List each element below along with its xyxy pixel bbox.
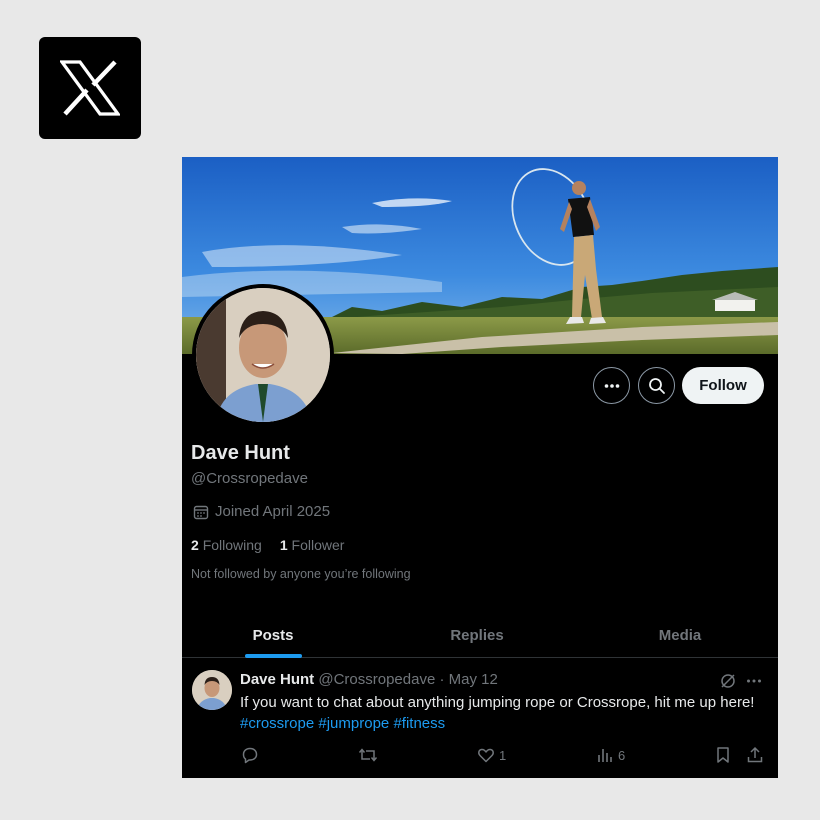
reply-button[interactable] [241,746,259,764]
post-actions: 1 6 [182,746,778,766]
followers-count: 1 [279,537,288,553]
calendar-icon [193,505,209,519]
tab-replies[interactable]: Replies [442,612,512,658]
bookmark-icon [717,747,729,763]
joined-date: Joined April 2025 [193,503,330,520]
follow-button[interactable]: Follow [682,367,764,404]
like-count: 1 [499,747,507,763]
heart-icon [478,748,494,763]
like-button[interactable]: 1 [477,746,506,764]
repost-button[interactable] [358,746,378,764]
post-author[interactable]: Dave Hunt [240,671,314,688]
repost-icon [358,748,378,762]
x-logo-icon [60,60,120,116]
followers-link[interactable]: 1 Follower [280,537,345,553]
following-link[interactable]: 2 Following [191,537,262,553]
search-icon [648,377,665,394]
followers-label: Follower [291,537,345,553]
reply-icon [242,747,258,764]
views-button[interactable]: 6 [596,746,625,764]
post-date[interactable]: May 12 [449,671,498,688]
follow-stats: 2 Following 1 Follower [191,537,344,553]
profile-handle: @Crossropedave [191,470,308,487]
share-icon [747,746,763,763]
not-followed-text: Not followed by anyone you’re following [191,567,411,581]
more-options-button[interactable] [593,367,630,404]
tab-posts[interactable]: Posts [242,612,304,658]
profile-tabs: Posts Replies Media [182,612,778,658]
post-text: If you want to chat about anything jumpi… [240,692,760,734]
post-avatar[interactable] [192,670,232,710]
bookmark-button[interactable] [715,746,731,764]
more-icon [604,383,619,388]
more-icon [747,679,761,683]
following-label: Following [202,537,262,553]
post-body: If you want to chat about anything jumpi… [240,694,755,711]
share-button[interactable] [746,746,764,764]
joined-text: Joined April 2025 [215,503,331,520]
views-icon [598,749,612,762]
x-logo [39,37,141,139]
hashtag[interactable]: #crossrope [240,715,314,732]
active-tab-indicator [245,654,302,658]
tab-media[interactable]: Media [652,612,708,658]
post-separator: · [439,671,445,688]
view-count: 6 [618,747,626,763]
post-handle[interactable]: @Crossropedave [318,671,435,688]
hashtag[interactable]: #jumprope [318,715,389,732]
grok-icon [721,674,735,688]
search-button[interactable] [638,367,675,404]
profile-card: Follow Dave Hunt @Crossropedave Joined A… [182,157,778,778]
profile-name: Dave Hunt [191,442,290,464]
profile-avatar[interactable] [192,284,334,426]
following-count: 2 [191,537,199,553]
post-header: Dave Hunt @Crossropedave · May 12 [240,671,498,688]
hashtag[interactable]: #fitness [393,715,445,732]
